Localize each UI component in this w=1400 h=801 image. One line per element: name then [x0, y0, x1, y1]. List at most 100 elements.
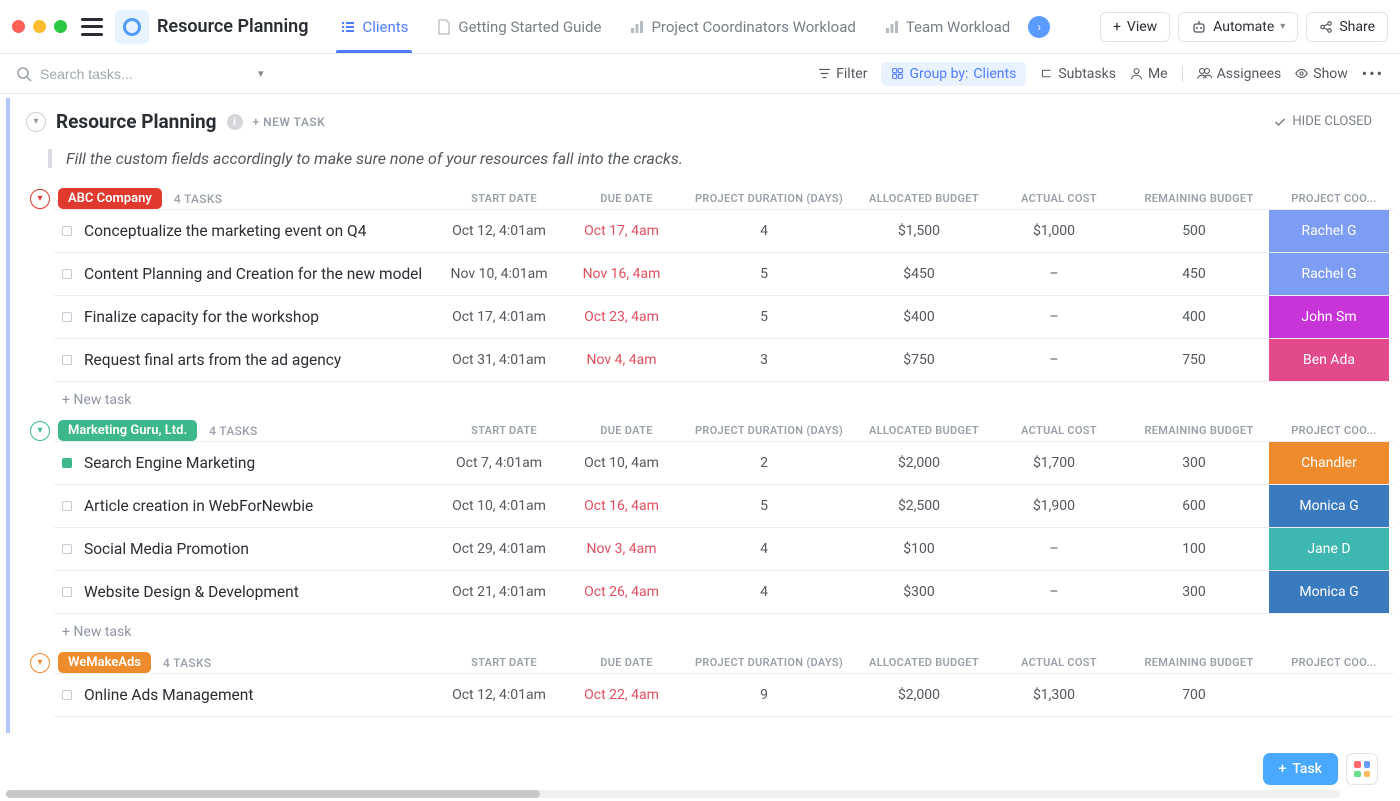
collapse-group-icon[interactable]: ▾	[30, 653, 50, 673]
task-name[interactable]: Website Design & Development	[84, 582, 299, 603]
task-row[interactable]: Conceptualize the marketing event on Q4 …	[54, 210, 1394, 253]
filter-button[interactable]: Filter	[818, 66, 867, 82]
start-date[interactable]: Oct 12, 4:01am	[434, 687, 564, 703]
due-date[interactable]: Nov 16, 4am	[564, 266, 679, 282]
column-header[interactable]: ALLOCATED BUDGET	[854, 424, 994, 437]
allocated-budget[interactable]: $2,500	[849, 498, 989, 514]
start-date[interactable]: Oct 12, 4:01am	[434, 223, 564, 239]
column-header[interactable]: ALLOCATED BUDGET	[854, 656, 994, 669]
actual-cost[interactable]: –	[989, 309, 1119, 325]
task-name[interactable]: Online Ads Management	[84, 685, 253, 706]
me-button[interactable]: Me	[1130, 66, 1168, 82]
task-name[interactable]: Social Media Promotion	[84, 539, 249, 560]
app-logo[interactable]	[115, 10, 149, 44]
info-icon[interactable]: i	[227, 114, 243, 130]
actual-cost[interactable]: $1,900	[989, 498, 1119, 514]
automate-button[interactable]: Automate ▾	[1178, 12, 1298, 42]
column-header[interactable]: PROJECT DURATION (DAYS)	[684, 192, 854, 205]
start-date[interactable]: Oct 31, 4:01am	[434, 352, 564, 368]
add-view-button[interactable]: +View	[1100, 12, 1170, 42]
duration[interactable]: 9	[679, 687, 849, 703]
column-header[interactable]: ACTUAL COST	[994, 424, 1124, 437]
tab-clients[interactable]: Clients	[326, 0, 422, 53]
coordinator-chip[interactable]: Chandler	[1269, 442, 1389, 484]
status-icon[interactable]	[62, 690, 72, 700]
add-task-button[interactable]: + New task	[30, 614, 1394, 644]
column-header[interactable]: REMAINING BUDGET	[1124, 424, 1274, 437]
collapse-group-icon[interactable]: ▾	[30, 421, 50, 441]
actual-cost[interactable]: –	[989, 584, 1119, 600]
due-date[interactable]: Nov 4, 4am	[564, 352, 679, 368]
task-name[interactable]: Request final arts from the ad agency	[84, 350, 341, 371]
allocated-budget[interactable]: $2,000	[849, 455, 989, 471]
remaining-budget[interactable]: 700	[1119, 687, 1269, 703]
search-input[interactable]	[40, 66, 220, 82]
actual-cost[interactable]: –	[989, 541, 1119, 557]
column-header[interactable]: ACTUAL COST	[994, 192, 1124, 205]
apps-fab[interactable]	[1346, 753, 1378, 785]
task-row[interactable]: Request final arts from the ad agency Oc…	[54, 339, 1394, 382]
actual-cost[interactable]: $1,000	[989, 223, 1119, 239]
status-icon[interactable]	[62, 355, 72, 365]
coordinator-chip[interactable]: Rachel G	[1269, 210, 1389, 252]
due-date[interactable]: Oct 10, 4am	[564, 455, 679, 471]
column-header[interactable]: PROJECT DURATION (DAYS)	[684, 424, 854, 437]
task-name[interactable]: Search Engine Marketing	[84, 453, 255, 474]
allocated-budget[interactable]: $100	[849, 541, 989, 557]
duration[interactable]: 3	[679, 352, 849, 368]
task-row[interactable]: Article creation in WebForNewbie Oct 10,…	[54, 485, 1394, 528]
actual-cost[interactable]: –	[989, 352, 1119, 368]
subtasks-button[interactable]: Subtasks	[1040, 66, 1116, 82]
collapse-list-icon[interactable]: ▾	[26, 112, 46, 132]
remaining-budget[interactable]: 750	[1119, 352, 1269, 368]
start-date[interactable]: Oct 10, 4:01am	[434, 498, 564, 514]
duration[interactable]: 5	[679, 266, 849, 282]
actual-cost[interactable]: $1,700	[989, 455, 1119, 471]
task-row[interactable]: Content Planning and Creation for the ne…	[54, 253, 1394, 296]
column-header[interactable]: DUE DATE	[569, 424, 684, 437]
task-row[interactable]: Search Engine Marketing Oct 7, 4:01am Oc…	[54, 442, 1394, 485]
coordinator-chip[interactable]: Jane D	[1269, 528, 1389, 570]
minimize-window[interactable]	[33, 20, 46, 33]
allocated-budget[interactable]: $2,000	[849, 687, 989, 703]
hide-closed-button[interactable]: HIDE CLOSED	[1274, 114, 1372, 129]
column-header[interactable]: DUE DATE	[569, 192, 684, 205]
start-date[interactable]: Oct 17, 4:01am	[434, 309, 564, 325]
coordinator-chip[interactable]: Ben Ada	[1269, 339, 1389, 381]
remaining-budget[interactable]: 400	[1119, 309, 1269, 325]
task-name[interactable]: Content Planning and Creation for the ne…	[84, 264, 422, 285]
coordinator-chip[interactable]: John Sm	[1269, 296, 1389, 338]
new-task-fab[interactable]: +Task	[1263, 753, 1338, 785]
remaining-budget[interactable]: 300	[1119, 584, 1269, 600]
column-header[interactable]: PROJECT COO...	[1274, 192, 1394, 205]
new-task-button[interactable]: + NEW TASK	[253, 115, 326, 129]
task-row[interactable]: Finalize capacity for the workshop Oct 1…	[54, 296, 1394, 339]
task-row[interactable]: Website Design & Development Oct 21, 4:0…	[54, 571, 1394, 614]
due-date[interactable]: Nov 3, 4am	[564, 541, 679, 557]
more-options-icon[interactable]: •••	[1362, 64, 1384, 83]
tab-getting-started[interactable]: Getting Started Guide	[422, 0, 615, 53]
start-date[interactable]: Oct 7, 4:01am	[434, 455, 564, 471]
allocated-budget[interactable]: $400	[849, 309, 989, 325]
remaining-budget[interactable]: 450	[1119, 266, 1269, 282]
status-icon[interactable]	[62, 312, 72, 322]
add-task-button[interactable]: + New task	[30, 382, 1394, 412]
column-header[interactable]: REMAINING BUDGET	[1124, 192, 1274, 205]
actual-cost[interactable]: $1,300	[989, 687, 1119, 703]
column-header[interactable]: PROJECT COO...	[1274, 424, 1394, 437]
column-header[interactable]: ACTUAL COST	[994, 656, 1124, 669]
column-header[interactable]: START DATE	[439, 656, 569, 669]
column-header[interactable]: DUE DATE	[569, 656, 684, 669]
group-by-button[interactable]: Group by: Clients	[881, 62, 1026, 86]
status-icon[interactable]	[62, 501, 72, 511]
duration[interactable]: 5	[679, 498, 849, 514]
column-header[interactable]: ALLOCATED BUDGET	[854, 192, 994, 205]
actual-cost[interactable]: –	[989, 266, 1119, 282]
show-button[interactable]: Show	[1295, 66, 1348, 82]
close-window[interactable]	[12, 20, 25, 33]
group-chip[interactable]: ABC Company	[58, 188, 162, 209]
status-icon[interactable]	[62, 458, 72, 468]
due-date[interactable]: Oct 17, 4am	[564, 223, 679, 239]
chevron-down-icon[interactable]: ▾	[258, 67, 264, 80]
due-date[interactable]: Oct 22, 4am	[564, 687, 679, 703]
